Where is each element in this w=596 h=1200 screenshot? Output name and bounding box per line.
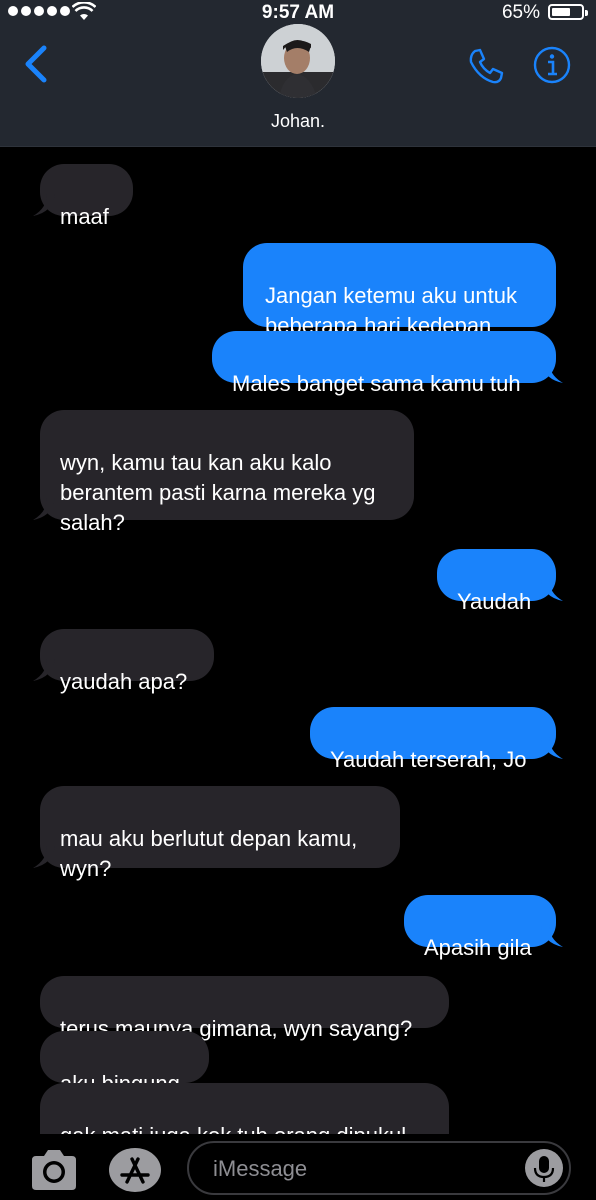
message-bubble-incoming[interactable]: aku bingung — [40, 1031, 209, 1096]
app-store-icon[interactable] — [107, 1146, 163, 1194]
back-chevron-icon[interactable] — [18, 40, 58, 88]
message-text: Yaudah — [457, 589, 532, 614]
message-bubble-incoming[interactable]: yaudah apa? — [33, 629, 214, 694]
message-bubble-outgoing[interactable]: Apasih gila — [404, 895, 563, 960]
battery-percent: 65% — [501, 2, 540, 23]
message-bubble-incoming[interactable]: maaf — [33, 164, 133, 229]
contact-avatar[interactable] — [261, 24, 335, 98]
status-bar: 9:57 AM 65% — [0, 0, 596, 26]
contact-name[interactable]: Johan. — [0, 111, 596, 132]
message-text: yaudah apa? — [60, 669, 188, 694]
message-text: Yaudah terserah, Jo — [330, 747, 527, 772]
compose-bar: iMessage — [0, 1134, 596, 1200]
bubble-tail — [541, 925, 563, 947]
message-bubble-incoming[interactable]: mau aku berlutut depan kamu, wyn? — [33, 786, 400, 881]
bubble-tail — [541, 361, 563, 383]
message-bubble-outgoing[interactable]: Males banget sama kamu tuh — [212, 331, 563, 396]
bubble-tail — [33, 194, 55, 216]
microphone-icon — [533, 1156, 555, 1182]
message-text: mau aku berlutut depan kamu, wyn? — [60, 826, 358, 881]
message-bubble-outgoing[interactable]: Yaudah — [437, 549, 563, 614]
info-icon[interactable] — [532, 45, 572, 85]
message-input[interactable]: iMessage — [187, 1141, 571, 1195]
message-text: Males banget sama kamu tuh — [232, 371, 521, 396]
input-placeholder: iMessage — [213, 1156, 308, 1181]
bubble-tail — [33, 659, 55, 681]
message-text: wyn, kamu tau kan aku kalo berantem past… — [60, 450, 376, 535]
phone-call-icon[interactable] — [466, 46, 506, 86]
conversation-header: 9:57 AM 65% Johan. — [0, 0, 596, 147]
bubble-tail — [33, 846, 55, 868]
message-text: maaf — [60, 204, 109, 229]
message-text: Apasih gila — [424, 935, 532, 960]
message-bubble-outgoing[interactable]: Jangan ketemu aku untuk beberapa hari ke… — [243, 243, 556, 338]
microphone-button[interactable] — [525, 1149, 563, 1187]
avatar-photo — [261, 24, 335, 98]
battery-icon — [548, 4, 588, 20]
message-bubble-incoming[interactable]: terus maunya gimana, wyn sayang? — [40, 976, 449, 1041]
bubble-tail — [33, 498, 55, 520]
message-bubble-outgoing[interactable]: Yaudah terserah, Jo — [310, 707, 563, 772]
message-bubble-incoming[interactable]: wyn, kamu tau kan aku kalo berantem past… — [33, 410, 414, 535]
message-text: Jangan ketemu aku untuk beberapa hari ke… — [265, 283, 517, 338]
camera-icon[interactable] — [28, 1148, 80, 1192]
bubble-tail — [541, 737, 563, 759]
bubble-tail — [541, 579, 563, 601]
